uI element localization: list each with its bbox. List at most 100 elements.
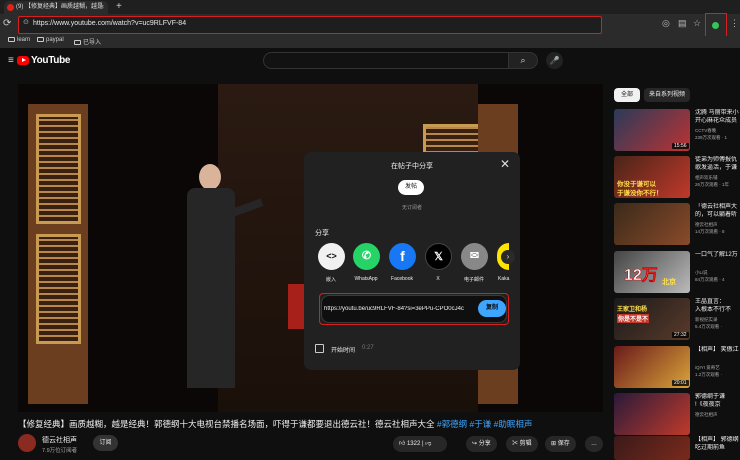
reader-mode-icon[interactable]: ▤	[678, 18, 687, 29]
embed-icon[interactable]: <>	[318, 243, 345, 270]
folder-icon	[74, 39, 81, 45]
share-link-text[interactable]: https://youtu.be/uc9RLFVF-84?si=3ePPu-CP…	[324, 306, 474, 312]
recommendation-channel[interactable]: 小Li说	[695, 270, 740, 276]
recommendation-item[interactable]: 你没于谦可以 于谦没你不行！ 徒弟为师傅报仇 歌发逼活，于谦 相声欢乐铺 26万…	[614, 156, 740, 198]
thumbnail-text: 王家卫和杨	[617, 307, 648, 313]
search-button[interactable]: ⌕	[508, 52, 538, 69]
guide-menu-icon[interactable]: ≡	[8, 55, 14, 66]
recommendation-meta: 14万次观看 · 8	[695, 229, 725, 234]
recommendation-title: 「德云社相声大	[695, 204, 738, 210]
thumbnail[interactable]	[614, 203, 690, 245]
subscriber-count: 7.9万位订阅者	[42, 448, 78, 454]
recommendation-item[interactable]: 「德云社相声大 的，可以躺着听 德云社相声 14万次观看 · 8	[614, 203, 740, 245]
bookmark-imported[interactable]: 已导入	[74, 37, 101, 46]
post-button[interactable]: 发帖	[398, 180, 424, 195]
copy-button[interactable]: 复制	[478, 300, 506, 317]
chip-all[interactable]: 全部	[614, 88, 640, 102]
duration-badge: 20:01	[672, 380, 689, 386]
recommendation-channel[interactable]: iQIYI 爱奇艺	[695, 365, 740, 371]
recommendation-title-line2: !《夜夜京	[695, 402, 721, 408]
site-info-icon[interactable]: ⊙	[23, 18, 29, 26]
recommendation-title-line2: 开心麻花众成员	[695, 118, 738, 124]
facebook-label: Facebook	[391, 276, 413, 282]
share-button[interactable]: ↪ 分享	[466, 436, 497, 452]
folder-icon	[8, 37, 15, 42]
hashtag[interactable]: #助眠相声	[494, 419, 533, 429]
x-icon[interactable]: 𝕏	[425, 243, 452, 270]
youtube-favicon-icon	[7, 4, 14, 11]
thumbnail[interactable]	[614, 393, 690, 435]
thumbnail[interactable]: 你没于谦可以 于谦没你不行！	[614, 156, 690, 198]
reload-icon[interactable]: ⟳	[3, 18, 11, 29]
favorite-star-icon[interactable]: ☆	[693, 18, 701, 29]
browser-menu-icon[interactable]: ⋮	[730, 18, 739, 29]
hashtag[interactable]: #郭德纲	[437, 419, 467, 429]
thumbnail[interactable]: 12万 北京	[614, 251, 690, 293]
recommendation-channel[interactable]: 相声欢乐铺	[695, 175, 740, 181]
start-time-checkbox[interactable]	[315, 344, 324, 353]
tab-close-icon[interactable]: ×	[100, 1, 104, 14]
new-tab-button[interactable]: +	[116, 0, 122, 14]
kakao-label: Kaka	[498, 276, 510, 282]
recommendation-meta: 84万次观看 · 4	[695, 277, 725, 282]
youtube-logo-icon[interactable]	[17, 56, 29, 65]
whatsapp-label: WhatsApp	[354, 276, 378, 282]
thumbnail-text: 你是不是不	[617, 314, 650, 323]
recommendation-title: 徒弟为师傅报仇	[695, 157, 738, 163]
translate-icon[interactable]: ◎	[662, 18, 670, 29]
recommendation-channel[interactable]: 新视纪实录	[695, 317, 740, 323]
channel-name[interactable]: 德云社相声	[42, 435, 77, 445]
no-subscribers-text: 无订阅者	[401, 205, 422, 211]
tab-bar	[0, 0, 740, 14]
duration-badge: 15:56	[672, 143, 689, 149]
recommendation-item[interactable]: 20:01 【相声】 笑傲江 iQIYI 爱奇艺 1.2万次观看 ·	[614, 346, 740, 388]
search-input[interactable]	[263, 52, 508, 69]
recommendation-item[interactable]: 12万 北京 一口气了解12万 小Li说 84万次观看 · 4	[614, 251, 740, 293]
youtube-logo-text[interactable]: YouTube	[31, 55, 71, 66]
browser-tab[interactable]: (9) 【修复经典】画质越糊，越是	[4, 1, 108, 14]
recommendation-channel[interactable]: 德云社相声	[695, 222, 740, 228]
chip-series[interactable]: 来自系列视频	[644, 88, 690, 102]
clip-button[interactable]: ✂ 剪辑	[506, 436, 538, 452]
start-time-value: 0:27	[362, 345, 374, 351]
recommendation-item[interactable]: 15:56 沈腾 马丽带来小 开心麻花众成员 CCTV春晚 239万次观看 · …	[614, 109, 740, 151]
search-icon: ⌕	[520, 55, 526, 65]
channel-avatar[interactable]	[18, 434, 36, 452]
video-scene-lattice	[36, 234, 81, 344]
hashtag[interactable]: #于谦	[469, 419, 491, 429]
email-icon[interactable]: ✉	[461, 243, 488, 270]
close-icon[interactable]: ✕	[500, 157, 510, 171]
recommendation-channel[interactable]: 德云社相声	[695, 412, 740, 418]
thumbnail-text: 于谦没你不行！	[617, 190, 663, 197]
recommendation-item[interactable]: 【相声】 郭德纲 吃过期前鱼	[614, 436, 740, 460]
embed-label: 嵌入	[325, 277, 336, 283]
extension-icon[interactable]	[712, 22, 719, 29]
address-bar-url: https://www.youtube.com/watch?v=uc9RLFVF…	[33, 20, 187, 27]
recommendation-item[interactable]: 王家卫和杨 你是不是不 27:32 王晶直言： 入根本不行不 新视纪实录 5.4…	[614, 298, 740, 340]
scissors-icon: ✂	[512, 441, 520, 447]
recommendation-title-line2: 歌发逼活，于谦	[695, 165, 738, 171]
save-icon: ⊞	[551, 441, 558, 447]
recommendation-title: 沈腾 马丽带来小	[695, 110, 739, 116]
recommendation-title-line2: 的，可以躺着听	[695, 212, 738, 218]
more-actions-button[interactable]: …	[585, 436, 603, 452]
video-scene-performer	[183, 164, 264, 388]
share-icon: ↪	[472, 441, 479, 447]
save-button[interactable]: ⊞ 保存	[545, 436, 576, 452]
facebook-icon[interactable]: f	[389, 243, 416, 270]
recommendation-channel[interactable]: CCTV春晚	[695, 128, 740, 134]
like-button[interactable]: 👍︎ 1322 | 👎︎	[393, 436, 447, 452]
recommendation-title-line2: 入根本不行不	[695, 307, 732, 313]
bookmark-learn[interactable]: learn	[8, 37, 30, 43]
whatsapp-icon[interactable]: ✆	[353, 243, 380, 270]
voice-search-icon[interactable]: 🎤	[546, 52, 563, 69]
video-scene-lattice	[36, 114, 81, 224]
start-time-label: 开始时间	[331, 348, 356, 354]
subscribe-button[interactable]: 订阅	[93, 435, 118, 451]
thumbnail-text: 北京	[662, 279, 676, 286]
next-arrow-icon[interactable]: ›	[501, 250, 515, 264]
email-label: 电子邮件	[463, 277, 484, 283]
thumbnail[interactable]	[614, 436, 690, 460]
recommendation-item[interactable]: 郭德纲于谦 !《夜夜京 德云社相声	[614, 393, 740, 435]
bookmark-paypal[interactable]: paypal	[37, 37, 64, 43]
